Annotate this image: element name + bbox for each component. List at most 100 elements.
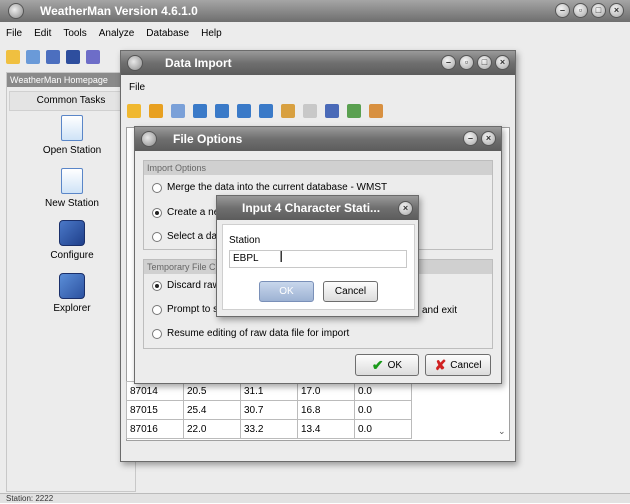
option-label-tail: and exit <box>422 305 458 316</box>
radio-prompt-save[interactable] <box>152 304 162 315</box>
print-icon[interactable] <box>86 50 100 64</box>
app-icon <box>8 3 24 19</box>
configure-icon <box>59 220 85 246</box>
restore-icon[interactable]: ▫ <box>459 55 474 70</box>
file-options-cancel-button[interactable]: ✘ Cancel <box>425 354 491 376</box>
table-row[interactable]: 87016 22.0 33.2 13.4 0.0 <box>126 419 412 439</box>
open-folder-icon[interactable] <box>6 50 20 64</box>
option-resume[interactable]: Resume editing of raw data file for impo… <box>152 328 349 339</box>
table-row[interactable]: 87014 20.5 31.1 17.0 0.0 <box>126 381 412 401</box>
menu-tools[interactable]: Tools <box>57 28 92 39</box>
close-icon[interactable]: × <box>609 3 624 18</box>
explorer-icon <box>59 273 85 299</box>
minimize-icon[interactable]: – <box>441 55 456 70</box>
save-icon[interactable] <box>66 50 80 64</box>
restore-icon[interactable]: ▫ <box>573 3 588 18</box>
table-cell: 0.0 <box>354 419 412 439</box>
table-cell: 20.5 <box>183 381 241 401</box>
new-station-icon <box>61 168 83 194</box>
task-explorer[interactable]: Explorer <box>7 273 137 314</box>
menu-help[interactable]: Help <box>195 28 228 39</box>
fork-icon[interactable] <box>237 104 251 118</box>
station-input[interactable]: EBPL <box>229 250 407 268</box>
data-import-title: Data Import <box>165 56 232 70</box>
close-icon[interactable]: × <box>398 201 413 216</box>
station-ok-button[interactable]: OK <box>259 281 314 302</box>
file-options-ok-button[interactable]: ✔ OK <box>355 354 419 376</box>
tree-icon[interactable] <box>259 104 273 118</box>
window-icon <box>141 131 157 147</box>
station-input-value: EBPL <box>233 253 259 264</box>
task-label: New Station <box>45 198 99 209</box>
arrow-right-icon[interactable] <box>193 104 207 118</box>
split-icon[interactable] <box>215 104 229 118</box>
main-title: WeatherMan Version 4.6.1.0 <box>40 4 198 18</box>
menu-edit[interactable]: Edit <box>28 28 57 39</box>
table-row[interactable]: 87015 25.4 30.7 16.8 0.0 <box>126 400 412 420</box>
table-cell: 13.4 <box>297 419 355 439</box>
homepage-link[interactable]: WeatherMan Homepage <box>7 73 135 87</box>
open-station-icon <box>61 115 83 141</box>
close-icon[interactable]: × <box>481 131 496 146</box>
table-cell: 33.2 <box>240 419 298 439</box>
wand-icon[interactable] <box>149 104 163 118</box>
option-merge[interactable]: Merge the data into the current database… <box>152 182 387 193</box>
option-prompt-save[interactable]: Prompt to sa <box>152 304 224 315</box>
station-label: Station <box>229 235 261 246</box>
minimize-icon[interactable]: – <box>463 131 478 146</box>
task-open-station[interactable]: Open Station <box>7 115 137 156</box>
input-panel: Station EBPL I OK Cancel <box>222 224 415 310</box>
x-icon: ✘ <box>434 356 447 373</box>
list-icon[interactable] <box>46 50 60 64</box>
menu-database[interactable]: Database <box>140 28 195 39</box>
task-label: Open Station <box>42 145 102 156</box>
main-menubar: File Edit Tools Analyze Database Help <box>0 24 630 42</box>
table-cell: 87015 <box>126 400 184 420</box>
radio-create-new[interactable] <box>152 207 162 218</box>
edit-icon[interactable] <box>281 104 295 118</box>
radio-resume[interactable] <box>152 328 162 339</box>
open-folder-icon[interactable] <box>127 104 141 118</box>
option-discard[interactable]: Discard raw <box>152 280 220 291</box>
close-icon[interactable]: × <box>495 55 510 70</box>
sort-icon[interactable] <box>325 104 339 118</box>
button-label: OK <box>387 359 403 371</box>
broom-icon[interactable] <box>347 104 361 118</box>
common-tasks-header: Common Tasks <box>9 91 133 111</box>
table-cell: 30.7 <box>240 400 298 420</box>
menu-file[interactable]: File <box>0 28 28 39</box>
menu-analyze[interactable]: Analyze <box>93 28 141 39</box>
maximize-icon[interactable]: □ <box>591 3 606 18</box>
task-configure[interactable]: Configure <box>7 220 137 261</box>
hand-icon[interactable] <box>369 104 383 118</box>
table-cell: 25.4 <box>183 400 241 420</box>
import-menu-file[interactable]: File <box>121 82 151 93</box>
table-cell: 31.1 <box>240 381 298 401</box>
table-cell: 0.0 <box>354 400 412 420</box>
radio-select-data[interactable] <box>152 231 162 242</box>
station-cancel-button[interactable]: Cancel <box>323 281 378 302</box>
table-cell: 16.8 <box>297 400 355 420</box>
minimize-icon[interactable]: – <box>555 3 570 18</box>
search-icon[interactable] <box>303 104 317 118</box>
maximize-icon[interactable]: □ <box>477 55 492 70</box>
option-label: Discard raw <box>167 280 220 291</box>
chevron-down-icon[interactable]: ⌄ <box>498 426 506 437</box>
import-table: 87014 20.5 31.1 17.0 0.0 87015 25.4 30.7… <box>126 381 412 439</box>
file-options-titlebar: File Options – × <box>135 127 501 151</box>
option-label: Resume editing of raw data file for impo… <box>167 328 350 339</box>
table-cell: 87014 <box>126 381 184 401</box>
task-new-station[interactable]: New Station <box>7 168 137 209</box>
window-icon <box>127 55 143 71</box>
check-icon: ✔ <box>371 356 384 373</box>
document-icon[interactable] <box>171 104 185 118</box>
status-bar: Station: 2222 <box>0 493 630 503</box>
radio-discard[interactable] <box>152 280 162 291</box>
status-text: Station: 2222 <box>6 494 54 503</box>
radio-merge[interactable] <box>152 182 162 193</box>
file-options-title: File Options <box>173 132 243 146</box>
input-station-dialog: Input 4 Character Stati... × Station EBP… <box>216 195 419 317</box>
new-file-icon[interactable] <box>26 50 40 64</box>
task-label: Configure <box>50 250 94 261</box>
option-select-data[interactable]: Select a data <box>152 231 225 242</box>
